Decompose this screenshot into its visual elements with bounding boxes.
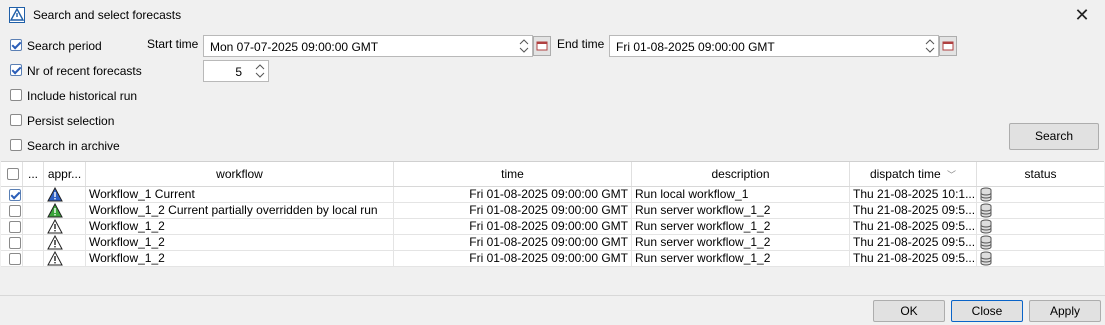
forecast-table: ... appr... workflow time description di…: [1, 161, 1104, 296]
time-cell: Fri 01-08-2025 09:00:00 GMT: [394, 187, 632, 203]
status-cell: [977, 187, 1104, 203]
row-select-cell: [1, 219, 23, 235]
time-cell: Fri 01-08-2025 09:00:00 GMT: [394, 235, 632, 251]
status-cell: [977, 251, 1104, 267]
white-warning-icon: [44, 251, 86, 267]
start-time-spinner[interactable]: [516, 36, 532, 56]
table-row[interactable]: Workflow_1_2 Current partially overridde…: [1, 203, 1104, 219]
window-title: Search and select forecasts: [33, 8, 182, 22]
green-warning-icon: [44, 203, 86, 219]
select-all-header[interactable]: [1, 162, 23, 186]
search-button[interactable]: Search: [1009, 123, 1099, 150]
col-header-status[interactable]: status: [977, 162, 1104, 186]
description-cell: Run server workflow_1_2: [632, 203, 850, 219]
description-cell: Run server workflow_1_2: [632, 219, 850, 235]
ok-button[interactable]: OK: [873, 300, 945, 322]
row-checkbox[interactable]: [9, 253, 21, 265]
description-cell: Run local workflow_1: [632, 187, 850, 203]
row-dots-cell: [23, 219, 44, 235]
white-warning-icon: [44, 219, 86, 235]
status-cell: [977, 235, 1104, 251]
dispatch-time-cell: Thu 21-08-2025 09:5...: [850, 251, 977, 267]
description-cell: Run server workflow_1_2: [632, 235, 850, 251]
table-row[interactable]: Workflow_1_2 Fri 01-08-2025 09:00:00 GMT R…: [1, 219, 1104, 235]
time-cell: Fri 01-08-2025 09:00:00 GMT: [394, 251, 632, 267]
start-time-field[interactable]: Mon 07-07-2025 09:00:00 GMT: [203, 35, 533, 57]
footer-divider: [0, 295, 1105, 296]
start-time-label: Start time: [147, 37, 199, 51]
status-cell: [977, 219, 1104, 235]
end-calendar-icon[interactable]: [939, 36, 957, 56]
row-checkbox[interactable]: [9, 221, 21, 233]
table-row[interactable]: Workflow_1_2 Fri 01-08-2025 09:00:00 GMT R…: [1, 251, 1104, 267]
start-time-value: Mon 07-07-2025 09:00:00 GMT: [210, 40, 379, 54]
sort-chevron-down-icon: ﹀: [947, 170, 957, 180]
nr-recent-checkbox[interactable]: [10, 64, 22, 76]
col-header-dots[interactable]: ...: [23, 162, 44, 186]
database-icon: [980, 219, 992, 235]
table-row[interactable]: Workflow_1_2 Fri 01-08-2025 09:00:00 GMT R…: [1, 235, 1104, 251]
close-icon[interactable]: ✕: [1072, 5, 1092, 25]
persist-selection-label: Persist selection: [27, 114, 115, 128]
persist-selection-checkbox[interactable]: [10, 114, 22, 126]
workflow-cell: Workflow_1_2: [86, 219, 394, 235]
row-dots-cell: [23, 187, 44, 203]
description-cell: Run server workflow_1_2: [632, 251, 850, 267]
close-button[interactable]: Close: [951, 300, 1023, 322]
time-cell: Fri 01-08-2025 09:00:00 GMT: [394, 219, 632, 235]
row-checkbox[interactable]: [9, 205, 21, 217]
dispatch-time-cell: Thu 21-08-2025 09:5...: [850, 203, 977, 219]
nr-recent-field[interactable]: 5: [203, 60, 269, 82]
workflow-cell: Workflow_1_2: [86, 235, 394, 251]
nr-recent-value: 5: [235, 65, 242, 79]
row-dots-cell: [23, 251, 44, 267]
search-period-label: Search period: [27, 39, 102, 53]
search-period-checkbox[interactable]: [10, 39, 22, 51]
database-icon: [980, 203, 992, 219]
workflow-cell: Workflow_1 Current: [86, 187, 394, 203]
status-cell: [977, 203, 1104, 219]
end-time-value: Fri 01-08-2025 09:00:00 GMT: [616, 40, 775, 54]
database-icon: [980, 235, 992, 251]
row-select-cell: [1, 203, 23, 219]
workflow-cell: Workflow_1_2: [86, 251, 394, 267]
end-time-spinner[interactable]: [922, 36, 938, 56]
nr-recent-spinner[interactable]: [252, 61, 268, 81]
row-dots-cell: [23, 203, 44, 219]
dispatch-time-label: dispatch time: [869, 167, 941, 181]
nr-recent-label: Nr of recent forecasts: [27, 64, 142, 78]
row-select-cell: [1, 187, 23, 203]
col-header-dispatch-time[interactable]: dispatch time ﹀: [850, 162, 977, 186]
col-header-description[interactable]: description: [632, 162, 850, 186]
include-historical-checkbox[interactable]: [10, 89, 22, 101]
select-all-checkbox[interactable]: [7, 168, 19, 180]
start-calendar-icon[interactable]: [533, 36, 551, 56]
apply-button[interactable]: Apply: [1029, 300, 1101, 322]
database-icon: [980, 187, 992, 203]
dispatch-time-cell: Thu 21-08-2025 09:5...: [850, 235, 977, 251]
app-icon: [9, 7, 25, 23]
time-cell: Fri 01-08-2025 09:00:00 GMT: [394, 203, 632, 219]
row-select-cell: [1, 251, 23, 267]
col-header-time[interactable]: time: [394, 162, 632, 186]
blue-warning-icon: [44, 187, 86, 203]
white-warning-icon: [44, 235, 86, 251]
row-checkbox[interactable]: [9, 189, 21, 201]
row-checkbox[interactable]: [9, 237, 21, 249]
col-header-workflow[interactable]: workflow: [86, 162, 394, 186]
end-time-label: End time: [557, 37, 605, 51]
search-archive-checkbox[interactable]: [10, 139, 22, 151]
include-historical-label: Include historical run: [27, 89, 138, 103]
table-header: ... appr... workflow time description di…: [1, 162, 1104, 187]
dispatch-time-cell: Thu 21-08-2025 09:5...: [850, 219, 977, 235]
workflow-cell: Workflow_1_2 Current partially overridde…: [86, 203, 394, 219]
end-time-field[interactable]: Fri 01-08-2025 09:00:00 GMT: [609, 35, 939, 57]
row-select-cell: [1, 235, 23, 251]
dispatch-time-cell: Thu 21-08-2025 10:1...: [850, 187, 977, 203]
table-row[interactable]: Workflow_1 Current Fri 01-08-2025 09:00:0…: [1, 187, 1104, 203]
database-icon: [980, 251, 992, 267]
search-archive-label: Search in archive: [27, 139, 120, 153]
row-dots-cell: [23, 235, 44, 251]
col-header-approved[interactable]: appr...: [44, 162, 86, 186]
